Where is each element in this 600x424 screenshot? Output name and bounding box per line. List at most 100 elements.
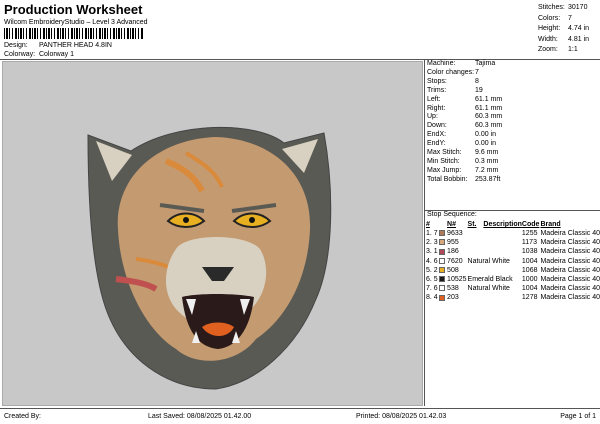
stop-row: 8. 4 203 1278 Madeira Classic 40	[426, 293, 600, 302]
machine-row: Max Jump: 7.2 mm	[427, 167, 597, 176]
machine-value: Tajima	[475, 60, 496, 67]
stitch-count: 1000	[521, 276, 538, 284]
design-line: Design: PANTHER HEAD 4.8IN	[4, 42, 112, 49]
color-swatch	[439, 276, 446, 283]
design-value: PANTHER HEAD 4.8IN	[38, 42, 112, 49]
thread-brand: Madeira Classic 40	[540, 248, 600, 256]
stat-value: 4.74 in	[568, 25, 590, 32]
stat-row: Height: 4.74 in	[538, 24, 596, 35]
machine-row: EndX: 0.00 in	[427, 131, 597, 140]
stat-value: 1:1	[568, 46, 578, 53]
stop-number: 3. 1	[426, 247, 439, 256]
stop-number: 1. 7	[426, 229, 439, 238]
col-color	[439, 220, 447, 229]
thread-number: 7620	[447, 257, 463, 265]
machine-label: Max Jump:	[427, 166, 462, 174]
stop-value: 6	[433, 257, 438, 265]
stop-number: 8. 4	[426, 293, 439, 302]
color-swatch-cell	[439, 257, 447, 266]
machine-value: 60.3 mm	[475, 122, 503, 130]
color-swatch-cell	[439, 266, 447, 275]
stitch-count: 1255	[521, 230, 538, 237]
stat-value: 30170	[568, 4, 588, 11]
machine-row: Left: 61.1 mm	[427, 96, 597, 105]
color-swatch-cell	[439, 293, 447, 302]
col-n: N#	[447, 221, 456, 228]
thread-brand: Madeira Classic 40	[540, 285, 600, 293]
machine-value: 0.00 in	[475, 140, 497, 148]
color-swatch	[439, 285, 446, 292]
row-index: 4.	[426, 257, 432, 265]
thread-brand: Madeira Classic 40	[540, 266, 600, 274]
stop-row: 3. 1 186 1038 Madeira Classic 40	[426, 247, 600, 256]
stitch-count: 1068	[521, 266, 538, 274]
stop-row: 2. 3 955 1173 Madeira Classic 40	[426, 238, 600, 247]
thread-number: 508	[447, 266, 459, 274]
stop-value: 6	[433, 285, 438, 293]
color-swatch-cell	[439, 229, 447, 238]
machine-label: Up:	[427, 113, 438, 121]
stop-sequence-table: # N# St. Description Code Brand 1. 7 9633…	[426, 220, 600, 303]
stat-row: Zoom: 1:1	[538, 45, 596, 56]
panther-head-image	[87, 126, 332, 390]
stat-value: 7	[568, 14, 572, 22]
col-num: #	[426, 221, 430, 228]
machine-value: 0.00 in	[475, 131, 497, 139]
design-preview	[2, 61, 423, 406]
machine-row: Up: 60.3 mm	[427, 113, 597, 122]
stop-value: 2	[433, 266, 438, 274]
thread-description	[468, 293, 522, 302]
stop-row: 5. 2 508 1068 Madeira Classic 40	[426, 266, 600, 275]
machine-row: Trims: 19	[427, 87, 597, 96]
thread-brand: Madeira Classic 40	[540, 239, 600, 247]
stop-number: 5. 2	[426, 266, 439, 275]
machine-value: 8	[475, 77, 479, 85]
machine-label: Stops:	[427, 77, 447, 85]
thread-brand: Madeira Classic 40	[540, 294, 600, 302]
color-swatch-cell	[439, 238, 447, 247]
col-brand: Brand	[540, 221, 561, 228]
design-label: Design:	[4, 42, 28, 49]
stat-label: Width:	[538, 35, 558, 43]
color-swatch	[439, 266, 446, 273]
thread-description	[468, 247, 522, 256]
software-subtitle: Wilcom EmbroideryStudio – Level 3 Advanc…	[4, 19, 148, 26]
row-index: 6.	[426, 276, 432, 284]
color-swatch	[439, 239, 446, 246]
stop-row: 7. 6 538 Natural White 1004 Madeira Classic …	[426, 284, 600, 293]
stitch-count: 1004	[521, 257, 538, 265]
machine-value: 60.3 mm	[475, 113, 503, 121]
stat-row: Colors: 7	[538, 14, 596, 25]
color-swatch-cell	[439, 247, 447, 256]
thread-brand: Madeira Classic 40	[540, 230, 600, 237]
stop-value: 4	[433, 294, 438, 302]
machine-label: Total Bobbin:	[427, 175, 468, 183]
color-swatch	[439, 257, 446, 264]
stop-row: 1. 7 9633 1255 Madeira Classic 40	[426, 229, 600, 238]
stitch-count: 1038	[521, 248, 538, 256]
stat-label: Height:	[538, 25, 561, 32]
page-title: Production Worksheet	[4, 2, 143, 17]
footer-page: Page 1 of 1	[560, 413, 596, 420]
machine-value: 7.2 mm	[475, 166, 499, 174]
machine-row: Color changes: 7	[427, 69, 597, 78]
machine-value: 61.1 mm	[475, 95, 503, 103]
stat-label: Stitches:	[538, 4, 565, 11]
machine-label: Color changes:	[427, 68, 475, 76]
machine-label: EndX:	[427, 131, 447, 139]
thread-brand: Madeira Classic 40	[540, 257, 600, 265]
stop-value: 5	[433, 276, 438, 284]
colorway-value: Colorway 1	[38, 51, 74, 58]
stop-table-body: 1. 7 9633 1255 Madeira Classic 40 2. 3 955 117…	[426, 229, 600, 303]
machine-label: Machine:	[427, 60, 456, 67]
stop-number: 4. 6	[426, 257, 439, 266]
color-swatch-cell	[439, 275, 447, 284]
machine-label: Right:	[427, 104, 446, 112]
machine-info: Machine: Tajima Color changes: 7 Stops: 8 T…	[427, 60, 597, 185]
row-index: 8.	[426, 294, 432, 302]
thread-number: 203	[447, 294, 459, 302]
stop-value: 1	[433, 248, 438, 256]
info-panel: Machine: Tajima Color changes: 7 Stops: 8 T…	[424, 60, 600, 406]
thread-number: 955	[447, 239, 459, 247]
stop-number: 7. 6	[426, 284, 439, 293]
